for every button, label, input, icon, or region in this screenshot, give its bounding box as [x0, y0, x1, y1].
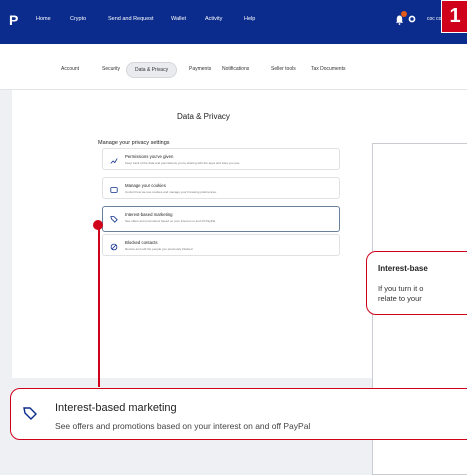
nav-wallet[interactable]: Wallet: [171, 16, 186, 22]
row-blocked-contacts[interactable]: Blocked contacts Review and edit the peo…: [102, 234, 340, 256]
section-heading: Manage your privacy settings: [98, 140, 170, 146]
tab-tax-documents[interactable]: Tax Documents: [311, 66, 345, 72]
paypal-logo-icon[interactable]: P: [9, 12, 23, 28]
callout-zoom-title: Interest-based marketing: [55, 402, 177, 414]
nav-send-request[interactable]: Send and Request: [108, 16, 154, 22]
row-desc: Review and edit the people you previousl…: [125, 247, 194, 251]
callout-panel-text: If you turn it o relate to your: [378, 284, 423, 304]
callout-panel-line1: If you turn it o: [378, 284, 424, 293]
top-navigation: P Home Crypto Send and Request Wallet Ac…: [0, 0, 467, 44]
row-permissions[interactable]: Permissions you've given Keep track of t…: [102, 148, 340, 170]
callout-zoom-desc: See offers and promotions based on your …: [55, 421, 311, 431]
row-title: Interest-based marketing: [125, 212, 173, 217]
tag-icon: [110, 216, 118, 223]
gear-icon[interactable]: [408, 15, 416, 23]
callout-panel-title: Interest-base: [378, 264, 428, 273]
row-interest-marketing[interactable]: Interest-based marketing See offers and …: [102, 206, 340, 232]
permissions-icon: [110, 158, 118, 164]
tab-notifications[interactable]: Notifications: [222, 66, 249, 72]
step-number-badge: 1: [441, 0, 467, 33]
app-screen: P Home Crypto Send and Request Wallet Ac…: [0, 0, 467, 475]
notification-dot: [401, 11, 407, 17]
callout-panel-line2: relate to your: [378, 294, 422, 303]
tab-payments[interactable]: Payments: [189, 66, 211, 72]
user-label[interactable]: coc co: [427, 16, 441, 22]
tab-account[interactable]: Account: [61, 66, 79, 72]
nav-help[interactable]: Help: [244, 16, 255, 22]
callout-panel-highlight: [366, 251, 467, 315]
blocked-icon: [110, 243, 118, 251]
callout-zoom: [10, 388, 467, 440]
nav-crypto[interactable]: Crypto: [70, 16, 86, 22]
tag-icon: [23, 407, 37, 420]
tab-security[interactable]: Security: [102, 66, 120, 72]
nav-home[interactable]: Home: [36, 16, 51, 22]
tab-seller-tools[interactable]: Seller tools: [271, 66, 296, 72]
tab-data-privacy[interactable]: Data & Privacy: [126, 62, 178, 78]
row-title: Permissions you've given: [125, 154, 174, 159]
cookie-settings-icon: [110, 187, 118, 193]
nav-activity[interactable]: Activity: [205, 16, 222, 22]
row-desc: Keep track of the data and permissions y…: [125, 161, 241, 165]
row-title: Manage your cookies: [125, 183, 166, 188]
row-cookies[interactable]: Manage your cookies Control how we use c…: [102, 177, 340, 199]
row-title: Blocked contacts: [125, 240, 158, 245]
connector-line: [98, 225, 100, 387]
settings-subnav: Account Security Data & Privacy Payments…: [0, 44, 467, 90]
row-desc: Control how we use cookies and manage yo…: [125, 190, 217, 194]
row-desc: See offers and promotions based on your …: [125, 219, 216, 223]
page-title: Data & Privacy: [177, 112, 230, 121]
